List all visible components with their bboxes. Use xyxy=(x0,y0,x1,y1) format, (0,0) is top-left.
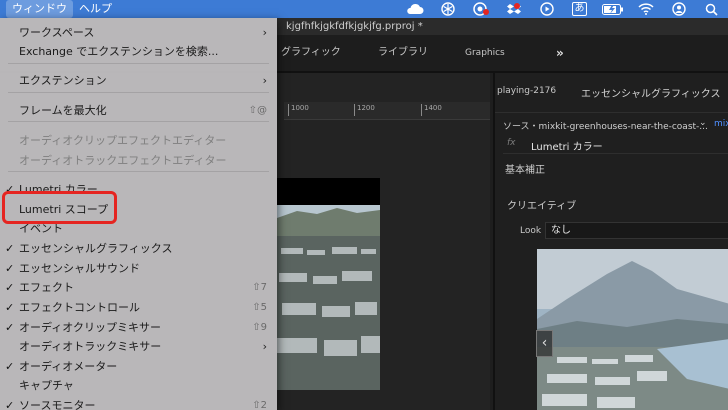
menu-item-maximize-frame[interactable]: フレームを最大化 ⇧@ xyxy=(0,101,277,121)
menu-item-label: エクステンション xyxy=(19,74,107,87)
menu-item-label: エッセンシャルサウンド xyxy=(19,262,140,275)
look-preview-image xyxy=(537,249,728,410)
program-video-frame[interactable] xyxy=(277,178,380,390)
menu-item-label: オーディオメーター xyxy=(19,360,118,373)
chevron-right-icon: › xyxy=(262,340,267,353)
menu-item-label: エフェクトコントロール xyxy=(19,301,140,314)
lumetri-panel: playing-2176 エッセンシャルグラフィックス ソース・mixkit-g… xyxy=(493,73,728,410)
record-icon[interactable] xyxy=(464,0,497,18)
tab-libraries[interactable]: ライブラリ xyxy=(378,35,428,71)
menu-separator xyxy=(8,63,269,64)
menu-item-label: Exchange でエクステンションを検索... xyxy=(19,45,219,58)
tab-graphics-jp[interactable]: グラフィック xyxy=(281,35,341,71)
look-select[interactable]: なし xyxy=(545,222,728,239)
menu-item-label: オーディオトラックエフェクトエディター xyxy=(19,154,227,167)
fx-icon[interactable]: fx xyxy=(507,138,516,148)
ruler-tick: 1400 xyxy=(421,104,442,116)
prev-look-arrow-icon[interactable]: ‹ xyxy=(536,330,553,357)
essential-graphics-tab[interactable]: エッセンシャルグラフィックス xyxy=(581,85,721,100)
menu-help[interactable]: ヘルプ xyxy=(73,0,118,18)
chevron-right-icon: › xyxy=(262,26,267,39)
menu-item-effects[interactable]: ✓ エフェクト ⇧7 xyxy=(0,278,277,298)
menu-item-label: キャプチャ xyxy=(19,379,74,392)
tab-graphics[interactable]: Graphics xyxy=(465,35,505,71)
menu-item-label: オーディオクリップエフェクトエディター xyxy=(19,134,227,147)
menubar-menus: ウィンドウ ヘルプ xyxy=(0,0,118,21)
checkmark-icon: ✓ xyxy=(5,301,15,314)
ruler-tick: 1200 xyxy=(354,104,375,116)
menu-item-label: エッセンシャルグラフィックス xyxy=(19,242,173,255)
menu-separator xyxy=(8,121,269,122)
status-icons: あ xyxy=(398,0,728,18)
menu-item-source-monitor[interactable]: ✓ ソースモニター ⇧2 xyxy=(0,396,277,410)
menu-separator xyxy=(8,171,269,172)
kana-label: あ xyxy=(572,2,587,16)
playing-tab[interactable]: playing-2176 xyxy=(497,86,556,96)
creative-section[interactable]: クリエイティブ xyxy=(507,197,576,212)
spotlight-icon[interactable] xyxy=(695,0,728,18)
window-menu-dropdown: ワークスペース › Exchange でエクステンションを検索... エクステンション… xyxy=(0,18,277,410)
menu-item-shortcut: ⇧@ xyxy=(248,105,267,116)
menu-item-label: オーディオトラックミキサー xyxy=(19,340,162,353)
ruler-tick: 1000 xyxy=(288,104,309,116)
menu-item-exchange-extensions[interactable]: Exchange でエクステンションを検索... xyxy=(0,42,277,62)
checkmark-icon: ✓ xyxy=(5,242,15,255)
look-label: Look xyxy=(520,226,542,236)
annotation-highlight-lumetri xyxy=(2,191,117,224)
play-icon[interactable] xyxy=(530,0,563,18)
menu-item-label: オーディオクリップミキサー xyxy=(19,321,162,334)
menu-item-label: フレームを最大化 xyxy=(19,104,107,117)
menu-window[interactable]: ウィンドウ xyxy=(6,0,73,21)
menu-item-effect-controls[interactable]: ✓ エフェクトコントロール ⇧5 xyxy=(0,298,277,318)
chevron-down-icon[interactable]: ⌄ xyxy=(699,118,707,128)
source-selector[interactable]: ソース・mixkit-greenhouses-near-the-coast-..… xyxy=(503,119,708,132)
menu-item-essential-graphics[interactable]: ✓ エッセンシャルグラフィックス xyxy=(0,239,277,259)
wifi-icon[interactable] xyxy=(629,0,662,18)
menu-item-label: ソースモニター xyxy=(19,399,96,410)
menu-item-shortcut: ⇧2 xyxy=(252,400,267,410)
menu-item-shortcut: ⇧7 xyxy=(252,282,267,293)
workspace-more-icon[interactable]: » xyxy=(556,35,564,71)
menu-item-label: エフェクト xyxy=(19,281,74,294)
timeline-ruler[interactable]: 1000 1200 1400 xyxy=(284,102,490,120)
effect-name: Lumetri カラー xyxy=(531,142,603,153)
macos-menubar: ウィンドウ ヘルプ あ xyxy=(0,0,728,21)
snowflake-icon[interactable] xyxy=(431,0,464,18)
checkmark-icon: ✓ xyxy=(5,321,15,334)
menu-item-capture[interactable]: キャプチャ xyxy=(0,376,277,396)
menu-item-audio-clip-mixer[interactable]: ✓ オーディオクリップミキサー ⇧9 xyxy=(0,318,277,338)
checkmark-icon: ✓ xyxy=(5,262,15,275)
menu-item-audio-track-mixer[interactable]: オーディオトラックミキサー › xyxy=(0,337,277,357)
lumetri-header: playing-2176 エッセンシャルグラフィックス xyxy=(495,73,728,113)
menu-item-shortcut: ⇧9 xyxy=(252,322,267,333)
menu-item-essential-sound[interactable]: ✓ エッセンシャルサウンド xyxy=(0,259,277,279)
menu-item-audio-track-effect-editor: オーディオトラックエフェクトエディター xyxy=(0,151,277,171)
kana-input-icon[interactable]: あ xyxy=(563,0,596,18)
project-title: kjgfhfkjgkfdfkjgkjfg.prproj * xyxy=(286,21,423,32)
basic-correction-section[interactable]: 基本補正 xyxy=(505,161,545,176)
user-icon[interactable] xyxy=(662,0,695,18)
menu-item-audio-meters[interactable]: ✓ オーディオメーター xyxy=(0,357,277,377)
menu-item-label: ワークスペース xyxy=(19,26,95,39)
checkmark-icon: ✓ xyxy=(5,399,15,410)
cloud-icon[interactable] xyxy=(398,0,431,18)
dropbox-icon[interactable] xyxy=(497,0,530,18)
checkmark-icon: ✓ xyxy=(5,281,15,294)
effect-row: fx Lumetri カラー xyxy=(503,136,728,154)
mix-link[interactable]: mix xyxy=(714,119,728,129)
menu-item-extensions[interactable]: エクステンション › xyxy=(0,71,277,91)
checkmark-icon: ✓ xyxy=(5,360,15,373)
chevron-right-icon: › xyxy=(262,74,267,87)
battery-icon[interactable] xyxy=(596,0,629,18)
menu-item-shortcut: ⇧5 xyxy=(252,302,267,313)
menu-separator xyxy=(8,92,269,93)
menu-item-audio-clip-effect-editor: オーディオクリップエフェクトエディター xyxy=(0,131,277,151)
video-thumbnail xyxy=(277,178,380,390)
menu-item-workspace[interactable]: ワークスペース › xyxy=(0,23,277,43)
